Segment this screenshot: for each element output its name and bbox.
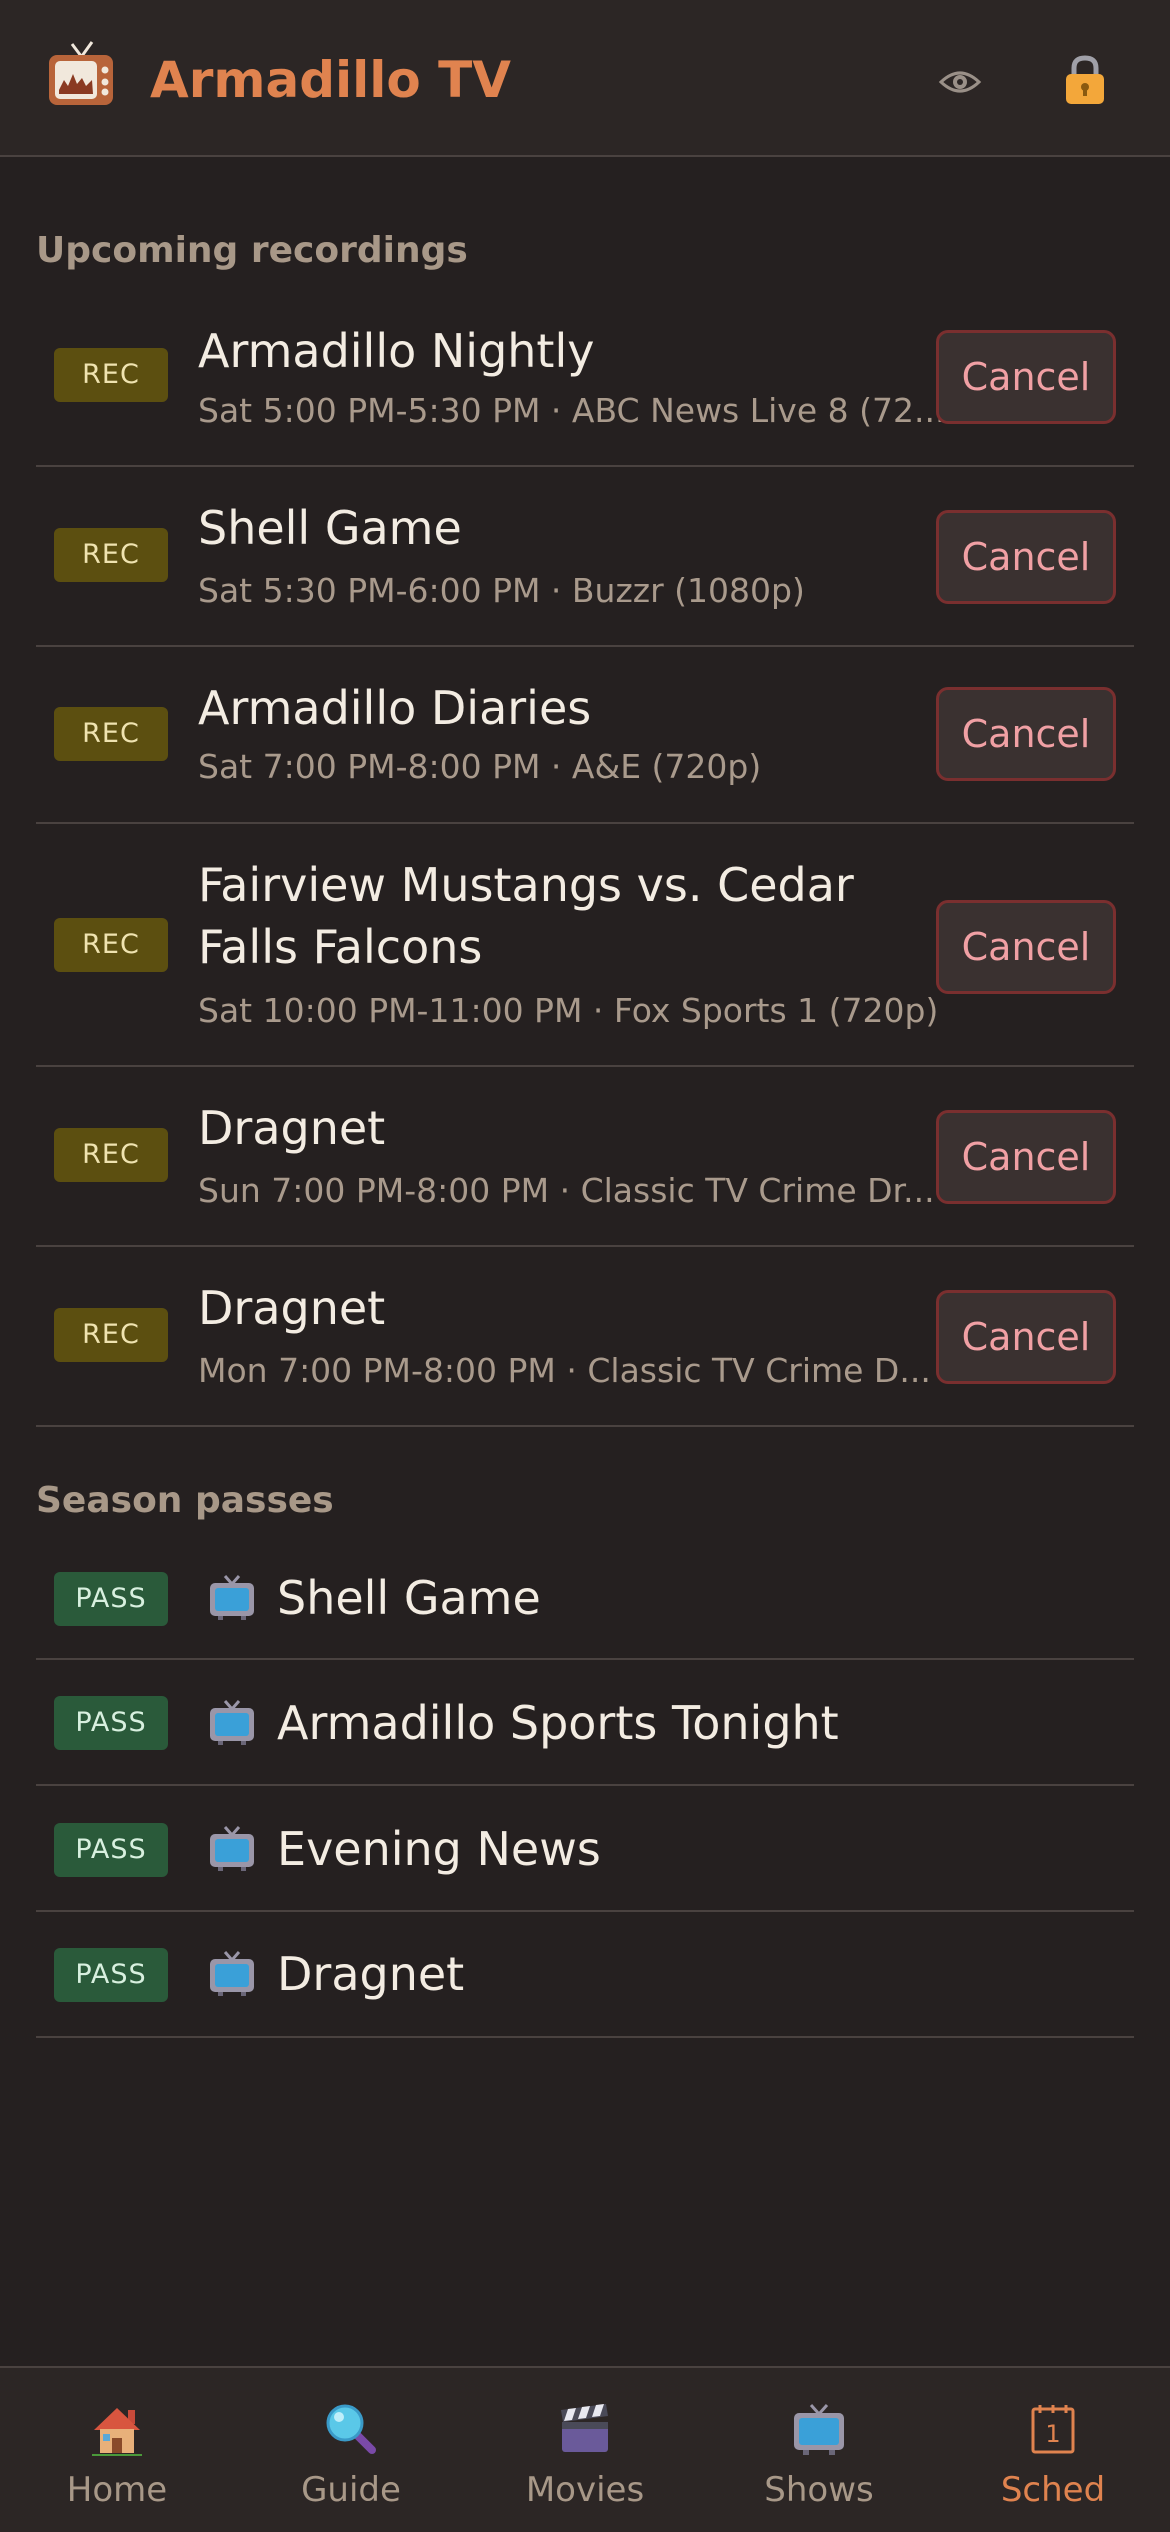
recording-row: REC Dragnet Mon 7:00 PM-8:00 PM · Classi…	[36, 1247, 1134, 1427]
rec-badge: REC	[54, 1128, 168, 1182]
nav-guide[interactable]: Guide	[234, 2368, 468, 2532]
recording-title[interactable]: Dragnet	[198, 1097, 928, 1159]
season-pass-row[interactable]: PASS Dragnet	[36, 1912, 1134, 2038]
recording-subtitle: Sat 7:00 PM-8:00 PM · A&E (720p)	[198, 747, 762, 786]
recording-title[interactable]: Shell Game	[198, 497, 928, 559]
recording-row: REC Dragnet Sun 7:00 PM-8:00 PM · Classi…	[36, 1067, 1134, 1247]
recording-subtitle: Sun 7:00 PM-8:00 PM · Classic TV Crime D…	[198, 1171, 935, 1210]
tv-icon	[210, 1826, 254, 1871]
recording-subtitle: Sat 10:00 PM-11:00 PM · Fox Sports 1 (72…	[198, 991, 939, 1030]
pass-title: Dragnet	[277, 1947, 465, 2001]
rec-badge: REC	[54, 707, 168, 761]
season-pass-row[interactable]: PASS Evening News	[36, 1786, 1134, 1912]
nav-label: Shows	[764, 2470, 874, 2510]
recording-subtitle: Sat 5:00 PM-5:30 PM · ABC News Live 8 (7…	[198, 391, 946, 430]
pass-title: Shell Game	[277, 1571, 541, 1625]
recording-subtitle: Mon 7:00 PM-8:00 PM · Classic TV Crime D…	[198, 1351, 931, 1390]
rec-badge: REC	[54, 348, 168, 402]
rec-badge: REC	[54, 918, 168, 972]
pass-badge: PASS	[54, 1948, 168, 2002]
pass-title: Armadillo Sports Tonight	[277, 1696, 839, 1750]
cancel-button[interactable]: Cancel	[936, 1290, 1116, 1384]
tv-icon	[210, 1700, 254, 1745]
cancel-button[interactable]: Cancel	[936, 1110, 1116, 1204]
recording-row: REC Armadillo Diaries Sat 7:00 PM-8:00 P…	[36, 647, 1134, 824]
house-icon	[92, 2408, 142, 2456]
season-pass-row[interactable]: PASS Armadillo Sports Tonight	[36, 1660, 1134, 1786]
cancel-button[interactable]: Cancel	[936, 510, 1116, 604]
pass-badge: PASS	[54, 1696, 168, 1750]
nav-label: Home	[66, 2470, 168, 2510]
recording-title[interactable]: Fairview Mustangs vs. Cedar Falls Falcon…	[198, 854, 928, 978]
magnifier-icon	[326, 2404, 376, 2454]
app-title: Armadillo TV	[150, 51, 511, 109]
nav-label: Movies	[525, 2470, 645, 2510]
cancel-button[interactable]: Cancel	[936, 330, 1116, 424]
season-pass-row[interactable]: PASS Shell Game	[36, 1536, 1134, 1660]
season-passes-section-title: Season passes	[36, 1480, 334, 1521]
clapperboard-icon	[561, 2404, 608, 2452]
nav-sched[interactable]: 1 Sched	[936, 2368, 1170, 2532]
recording-subtitle: Sat 5:30 PM-6:00 PM · Buzzr (1080p)	[198, 571, 805, 610]
recording-row: REC Shell Game Sat 5:30 PM-6:00 PM · Buz…	[36, 467, 1134, 647]
recording-row: REC Fairview Mustangs vs. Cedar Falls Fa…	[36, 824, 1134, 1067]
tv-logo-icon	[49, 41, 113, 105]
calendar-icon: 1	[1031, 2405, 1075, 2454]
lock-icon[interactable]	[1062, 54, 1108, 106]
recording-row: REC Armadillo Nightly Sat 5:00 PM-5:30 P…	[36, 290, 1134, 467]
cancel-button[interactable]: Cancel	[936, 900, 1116, 994]
rec-badge: REC	[54, 528, 168, 582]
pass-title: Evening News	[277, 1822, 601, 1876]
nav-label: Sched	[1000, 2470, 1106, 2510]
recording-title[interactable]: Armadillo Nightly	[198, 320, 928, 382]
tv-icon	[794, 2404, 844, 2455]
eye-icon[interactable]	[938, 60, 982, 104]
recording-title[interactable]: Armadillo Diaries	[198, 677, 928, 739]
app-header: Armadillo TV	[0, 0, 1170, 157]
recording-title[interactable]: Dragnet	[198, 1277, 928, 1339]
nav-label: Guide	[301, 2470, 401, 2510]
tv-icon	[210, 1575, 254, 1620]
nav-home[interactable]: Home	[0, 2368, 234, 2532]
pass-badge: PASS	[54, 1823, 168, 1877]
nav-shows[interactable]: Shows	[702, 2368, 936, 2532]
pass-badge: PASS	[54, 1572, 168, 1626]
upcoming-section-title: Upcoming recordings	[36, 230, 468, 271]
cancel-button[interactable]: Cancel	[936, 687, 1116, 781]
bottom-nav: Home Guide Movies Shows 1 Sched	[0, 2366, 1170, 2532]
tv-icon	[210, 1951, 254, 1996]
svg-text:1: 1	[1045, 2420, 1060, 2448]
nav-movies[interactable]: Movies	[468, 2368, 702, 2532]
rec-badge: REC	[54, 1308, 168, 1362]
